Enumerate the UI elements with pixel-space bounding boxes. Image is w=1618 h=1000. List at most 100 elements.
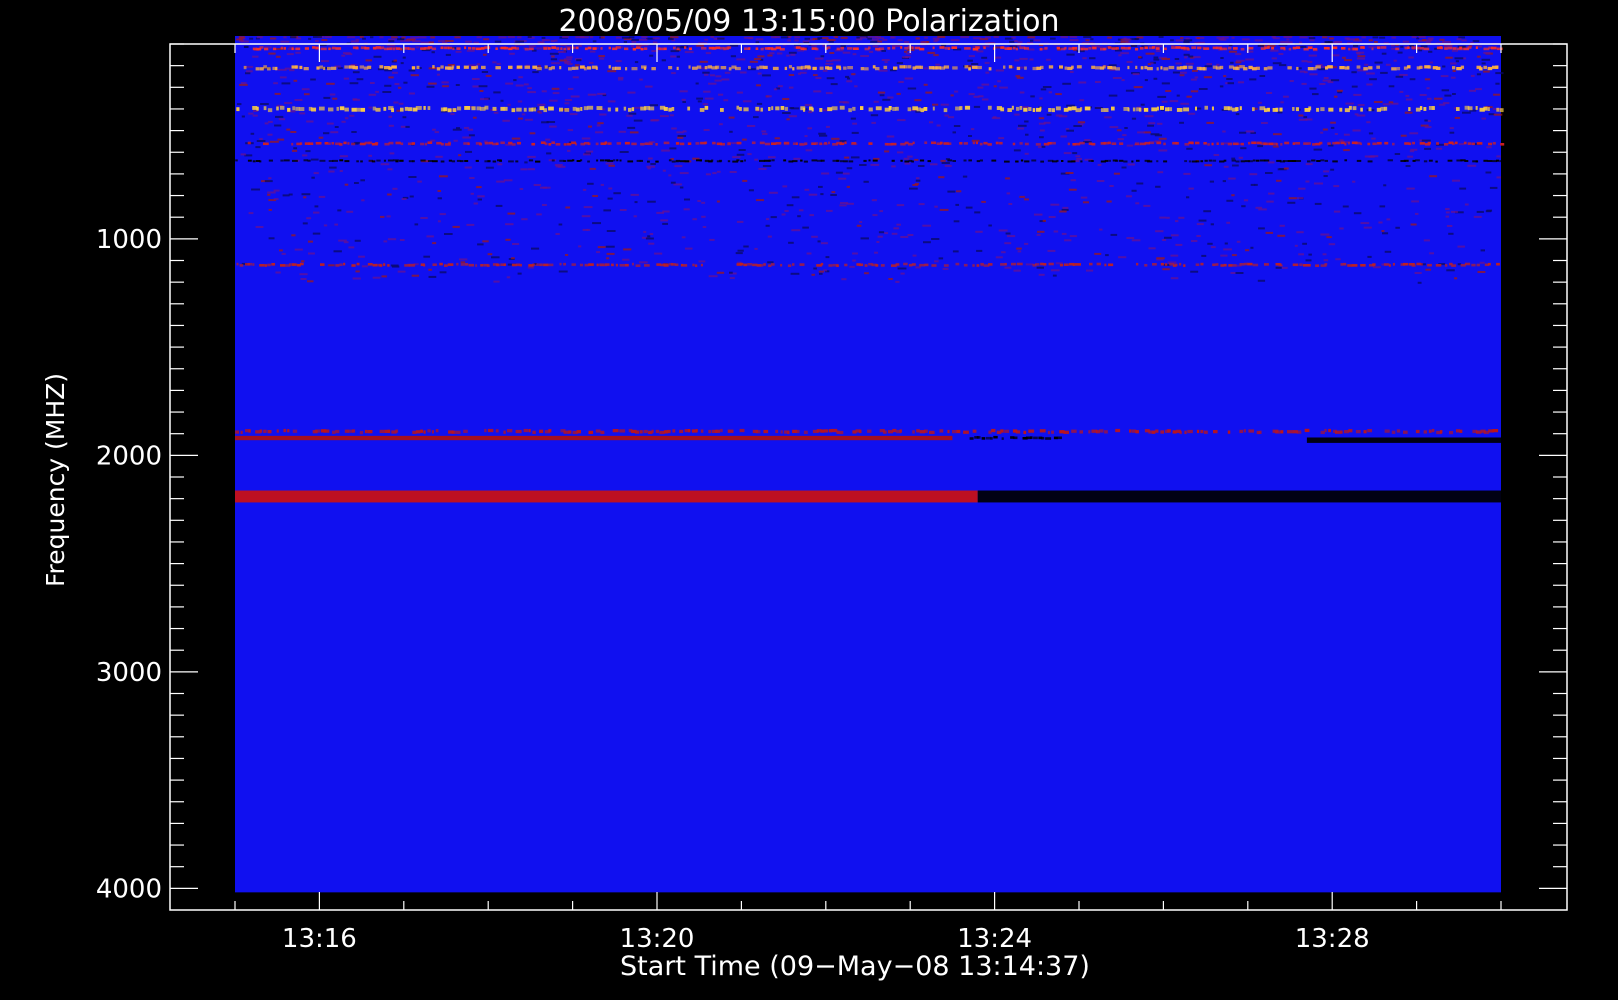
noise-pixel: [1356, 114, 1366, 117]
noise-pixel: [280, 40, 290, 43]
band-pixel: [1496, 262, 1500, 266]
noise-pixel: [891, 232, 898, 235]
noise-pixel: [399, 239, 405, 241]
noise-pixel: [804, 188, 810, 191]
band-pixel: [508, 160, 514, 163]
noise-pixel: [259, 138, 263, 140]
noise-pixel: [1301, 82, 1307, 85]
band-pixel: [481, 65, 486, 70]
noise-pixel: [417, 180, 422, 183]
band-pixel: [471, 66, 477, 70]
noise-pixel: [1357, 104, 1365, 106]
noise-pixel: [566, 56, 573, 59]
noise-pixel: [1458, 36, 1466, 39]
noise-pixel: [483, 38, 490, 41]
noise-pixel: [626, 114, 633, 117]
band-pixel: [315, 429, 321, 433]
noise-pixel: [1489, 186, 1498, 189]
noise-pixel: [255, 146, 261, 149]
band-pixel: [644, 264, 650, 267]
noise-pixel: [846, 80, 853, 83]
band-pixel: [467, 142, 470, 146]
noise-pixel: [1008, 203, 1013, 205]
noise-pixel: [1322, 128, 1328, 131]
band-pixel: [771, 142, 777, 145]
band-pixel: [1384, 429, 1390, 433]
noise-pixel: [736, 220, 744, 223]
noise-pixel: [835, 171, 843, 174]
band-pixel: [959, 106, 963, 110]
noise-pixel: [354, 239, 361, 242]
noise-pixel: [249, 37, 254, 40]
noise-pixel: [811, 44, 817, 47]
noise-pixel: [313, 211, 320, 214]
noise-pixel: [923, 83, 928, 86]
noise-pixel: [1485, 171, 1492, 174]
band-pixel: [452, 47, 455, 51]
band-pixel: [420, 142, 425, 146]
band-pixel: [1104, 263, 1107, 267]
band-pixel: [427, 106, 431, 110]
noise-pixel: [310, 78, 316, 81]
noise-pixel: [445, 53, 451, 56]
band-pixel: [515, 429, 522, 434]
band-pixel: [1015, 47, 1018, 51]
noise-pixel: [1424, 119, 1428, 122]
band-pixel: [947, 47, 950, 50]
band-pixel: [979, 159, 983, 162]
noise-pixel: [1400, 45, 1404, 48]
band-pixel: [748, 47, 751, 50]
noise-pixel: [334, 223, 339, 226]
band-pixel: [383, 263, 386, 266]
band-pixel: [1024, 160, 1030, 163]
band-pixel: [1041, 436, 1045, 440]
band-pixel: [431, 160, 438, 163]
noise-pixel: [329, 93, 336, 96]
band-pixel: [864, 264, 868, 267]
band-pixel: [1328, 107, 1334, 112]
band-pixel: [931, 141, 937, 145]
band-pixel: [1307, 67, 1314, 71]
noise-pixel: [1125, 41, 1131, 44]
noise-pixel: [564, 102, 570, 105]
band-pixel: [364, 47, 370, 50]
noise-pixel: [1435, 147, 1443, 150]
noise-pixel: [1018, 124, 1027, 127]
noise-pixel: [476, 36, 483, 39]
band-pixel: [692, 263, 695, 267]
band-pixel: [704, 141, 708, 145]
heatmap-area: [235, 36, 1504, 893]
noise-pixel: [1368, 132, 1374, 135]
band-pixel: [551, 159, 555, 162]
band-pixel: [800, 159, 803, 162]
noise-pixel: [631, 38, 639, 41]
band-pixel: [1071, 65, 1074, 69]
band-pixel: [1216, 142, 1219, 145]
band-pixel: [1108, 159, 1111, 162]
noise-pixel: [1429, 252, 1435, 255]
noise-pixel: [1053, 230, 1059, 233]
noise-pixel: [1390, 44, 1395, 47]
noise-pixel: [1162, 239, 1167, 241]
noise-pixel: [1278, 53, 1284, 55]
band-pixel: [1004, 262, 1007, 266]
noise-pixel: [1314, 202, 1322, 205]
noise-pixel: [1131, 239, 1141, 242]
noise-pixel: [502, 119, 510, 122]
band-pixel: [612, 429, 619, 433]
noise-pixel: [877, 40, 883, 43]
noise-pixel: [1417, 281, 1422, 284]
noise-pixel: [343, 241, 349, 244]
noise-pixel: [671, 72, 676, 75]
noise-pixel: [786, 118, 790, 121]
noise-pixel: [799, 71, 807, 74]
band-pixel: [1072, 263, 1075, 266]
noise-pixel: [1038, 117, 1045, 120]
noise-pixel: [938, 257, 944, 260]
noise-pixel: [701, 215, 706, 218]
noise-pixel: [1327, 81, 1334, 84]
band-pixel: [1091, 160, 1094, 162]
noise-pixel: [1388, 85, 1395, 88]
noise-pixel: [1320, 131, 1324, 134]
noise-pixel: [538, 111, 542, 114]
